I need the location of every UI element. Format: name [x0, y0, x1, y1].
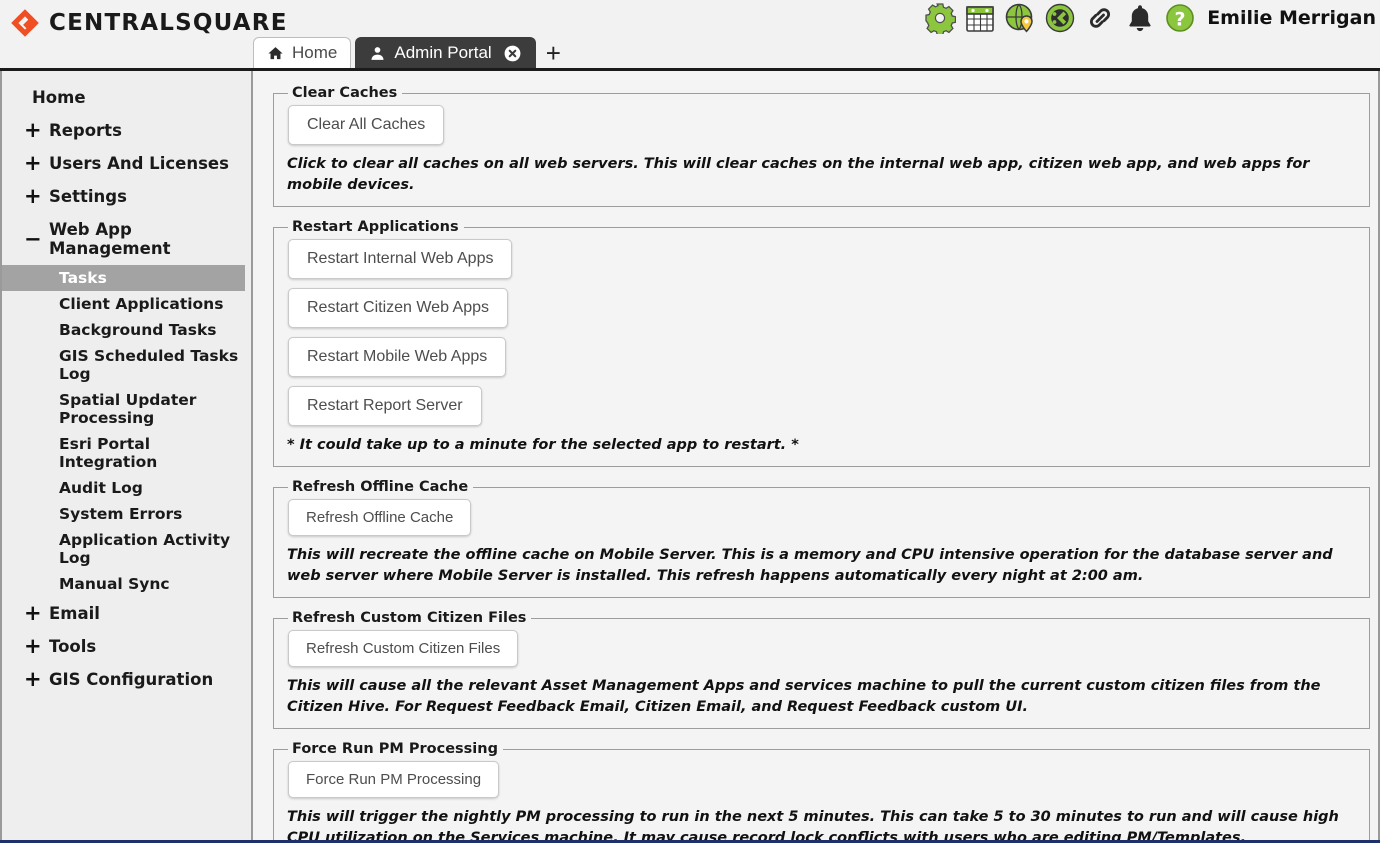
expand-icon[interactable]: +: [24, 605, 45, 622]
help-icon[interactable]: ?: [1164, 2, 1196, 34]
section-legend: Refresh Offline Cache: [288, 479, 473, 495]
sidebar-item-label: Reports: [49, 121, 122, 140]
tab-strip: Home Admin Portal +: [253, 37, 569, 68]
section-description: Click to clear all caches on all web ser…: [287, 154, 1357, 196]
sidebar-item-tools[interactable]: +Tools: [2, 630, 251, 663]
knowledge-circle-icon[interactable]: [1044, 2, 1076, 34]
sidebar-item-reports[interactable]: +Reports: [2, 114, 251, 147]
centralsquare-logo-icon: [10, 8, 40, 38]
section-description: This will cause all the relevant Asset M…: [287, 676, 1357, 718]
home-icon: [267, 45, 284, 62]
sidebar-item-label: GIS Configuration: [49, 670, 213, 689]
calendar-icon[interactable]: [964, 2, 996, 34]
section-panel: Refresh Offline Cache Refresh Offline Cac…: [273, 479, 1370, 598]
sidebar-item-label: Email: [49, 604, 100, 623]
action-button[interactable]: Force Run PM Processing: [288, 761, 499, 798]
sidebar-item-esri-portal-integration[interactable]: Esri Portal Integration: [2, 431, 251, 475]
top-header-bar: CENTRALSQUARE: [0, 0, 1380, 71]
collapse-icon[interactable]: −: [24, 231, 45, 248]
action-button[interactable]: Refresh Offline Cache: [288, 499, 471, 536]
sidebar-item-manual-sync[interactable]: Manual Sync: [2, 571, 251, 597]
section-panel: Restart Applications Restart Internal Web…: [273, 219, 1370, 467]
action-button[interactable]: Refresh Custom Citizen Files: [288, 630, 518, 667]
sidebar-item-email[interactable]: +Email: [2, 597, 251, 630]
link-icon[interactable]: [1084, 2, 1116, 34]
user-icon: [369, 45, 386, 62]
section-legend: Force Run PM Processing: [288, 741, 503, 757]
sidebar-item-client-applications[interactable]: Client Applications: [2, 291, 251, 317]
sidebar-item-label: Web App Management: [49, 220, 251, 258]
brand: CENTRALSQUARE: [10, 8, 288, 38]
new-tab-button[interactable]: +: [536, 40, 569, 68]
section-panel: Refresh Custom Citizen Files Refresh Cust…: [273, 610, 1370, 729]
sidebar-item-home[interactable]: Home: [2, 81, 251, 114]
sidebar-item-application-activity-log[interactable]: Application Activity Log: [2, 527, 251, 571]
svg-text:?: ?: [1175, 9, 1186, 31]
sidebar-item-settings[interactable]: +Settings: [2, 180, 251, 213]
sidebar-item-gis-scheduled-tasks-log[interactable]: GIS Scheduled Tasks Log: [2, 343, 251, 387]
sidebar-item-label: Tools: [49, 637, 96, 656]
section-legend: Clear Caches: [288, 85, 402, 101]
user-name-label[interactable]: Emilie Merrigan: [1207, 7, 1376, 29]
main-content: Clear Caches Clear All Caches Click to cle…: [253, 71, 1380, 843]
section-description: This will trigger the nightly PM process…: [287, 807, 1357, 843]
expand-icon[interactable]: +: [24, 638, 45, 655]
action-button[interactable]: Restart Mobile Web Apps: [288, 337, 506, 377]
section-legend: Refresh Custom Citizen Files: [288, 610, 531, 626]
sidebar-item-background-tasks[interactable]: Background Tasks: [2, 317, 251, 343]
sidebar-item-tasks[interactable]: Tasks: [2, 265, 245, 291]
sidebar-item-users-and-licenses[interactable]: +Users And Licenses: [2, 147, 251, 180]
tab-admin-portal[interactable]: Admin Portal: [355, 37, 535, 68]
tab-home-label: Home: [292, 43, 337, 63]
sidebar-item-label: Home: [32, 88, 86, 107]
section-description: This will recreate the offline cache on …: [287, 545, 1357, 587]
action-button[interactable]: Restart Internal Web Apps: [288, 239, 512, 279]
section-panel: Clear Caches Clear All Caches Click to cle…: [273, 85, 1370, 207]
page-body: Home+Reports+Users And Licenses+Settings…: [0, 71, 1380, 843]
close-icon[interactable]: [503, 44, 522, 63]
gear-icon[interactable]: [924, 2, 956, 34]
sidebar-item-label: Settings: [49, 187, 127, 206]
action-button[interactable]: Restart Citizen Web Apps: [288, 288, 508, 328]
expand-icon[interactable]: +: [24, 122, 45, 139]
action-button[interactable]: Clear All Caches: [288, 105, 444, 145]
sidebar-navigation: Home+Reports+Users And Licenses+Settings…: [0, 71, 253, 843]
sidebar-item-web-app-management[interactable]: −Web App Management: [2, 213, 251, 265]
bell-icon[interactable]: [1124, 2, 1156, 34]
sidebar-item-label: Users And Licenses: [49, 154, 229, 173]
section-description: * It could take up to a minute for the s…: [287, 435, 1357, 456]
globe-location-icon[interactable]: [1004, 2, 1036, 34]
action-button[interactable]: Restart Report Server: [288, 386, 482, 426]
section-panel: Force Run PM Processing Force Run PM Proc…: [273, 741, 1370, 843]
sidebar-item-audit-log[interactable]: Audit Log: [2, 475, 251, 501]
brand-text: CENTRALSQUARE: [49, 10, 288, 36]
expand-icon[interactable]: +: [24, 188, 45, 205]
expand-icon[interactable]: +: [24, 671, 45, 688]
sidebar-item-gis-configuration[interactable]: +GIS Configuration: [2, 663, 251, 696]
tab-home[interactable]: Home: [253, 37, 351, 68]
tab-admin-portal-label: Admin Portal: [394, 43, 491, 63]
header-icon-group: ? Emilie Merrigan: [924, 2, 1376, 34]
section-legend: Restart Applications: [288, 219, 464, 235]
sidebar-item-system-errors[interactable]: System Errors: [2, 501, 251, 527]
expand-icon[interactable]: +: [24, 155, 45, 172]
sidebar-item-spatial-updater-processing[interactable]: Spatial Updater Processing: [2, 387, 251, 431]
